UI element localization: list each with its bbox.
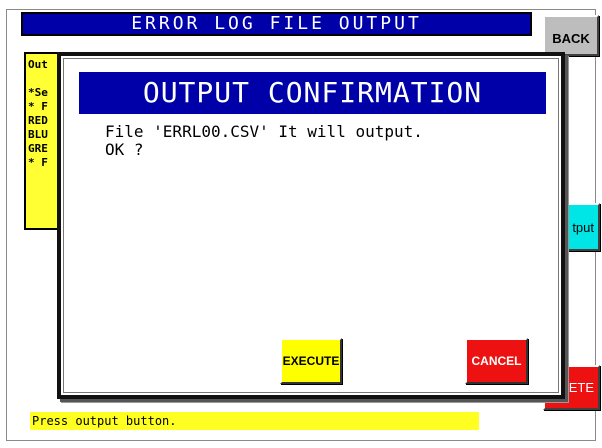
execute-button[interactable]: EXECUTE [280,338,342,384]
dialog-message-line1: File 'ERRL00.CSV' It will output. [105,122,423,141]
dialog-message-line2: OK ? [105,140,144,159]
output-confirmation-dialog: OUTPUT CONFIRMATION File 'ERRL00.CSV' It… [57,52,565,399]
back-button[interactable]: BACK [543,15,599,56]
screen-title: ERROR LOG FILE OUTPUT [21,12,532,36]
cancel-button[interactable]: CANCEL [465,338,528,384]
dialog-message: File 'ERRL00.CSV' It will output. OK ? [105,123,423,159]
status-message: Press output button. [30,412,479,430]
dialog-title: OUTPUT CONFIRMATION [79,72,546,114]
error-log-output-screen: ERROR LOG FILE OUTPUT BACK tput LETE Out… [0,0,602,448]
